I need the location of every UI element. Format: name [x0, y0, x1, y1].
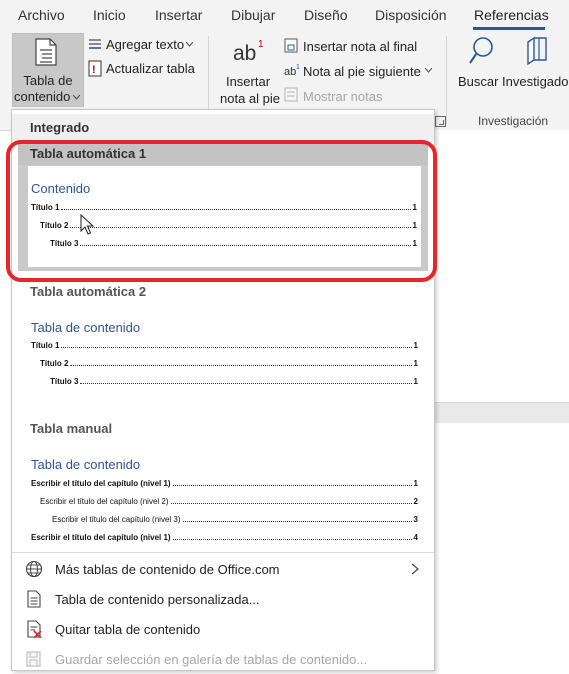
toc-gallery-dropdown: Integrado Tabla automática 1 Contenido T…: [6, 109, 437, 674]
menu-item-label: Guardar selección en galería de tablas d…: [55, 652, 368, 667]
show-notes-button: Mostrar notas: [303, 89, 383, 104]
toc-preview-row: Escribir el título del capítulo (nivel 1…: [31, 479, 418, 488]
insert-endnote-button[interactable]: Insertar nota al final: [303, 39, 417, 54]
svg-text:ab: ab: [233, 42, 256, 65]
footnotes-dialog-launcher[interactable]: [435, 116, 446, 127]
chevron-down-icon: [425, 68, 432, 73]
tab-referencias[interactable]: Referencias: [474, 7, 549, 23]
insert-endnote-icon[interactable]: [284, 38, 300, 53]
toc-preview-row: Escribir el título del capítulo (nivel 3…: [52, 515, 418, 524]
tab-archivo[interactable]: Archivo: [18, 7, 65, 23]
menu-item-label: Tabla de contenido personalizada...: [55, 592, 260, 607]
search-icon[interactable]: [469, 36, 495, 66]
menu-item-label: Quitar tabla de contenido: [55, 622, 201, 637]
svg-text:!: !: [92, 64, 96, 76]
tab-insertar[interactable]: Insertar: [155, 7, 202, 23]
toc-preview-row: Título 31: [50, 377, 418, 386]
toc-button-label-2: contenido: [14, 89, 71, 104]
chevron-down-icon: [73, 95, 80, 100]
toc-preview-row: Título 11: [31, 341, 418, 350]
svg-text:1: 1: [296, 64, 300, 71]
globe-icon: [25, 560, 43, 578]
tab-dibujar[interactable]: Dibujar: [231, 7, 275, 23]
toc-preview-row: Título 21: [40, 359, 418, 368]
remove-toc-menu-item[interactable]: Quitar tabla de contenido: [12, 616, 434, 644]
researcher-icon[interactable]: [524, 36, 550, 66]
update-table-button[interactable]: Actualizar tabla: [106, 61, 195, 76]
red-highlight-annotation: [6, 140, 437, 282]
next-footnote-icon[interactable]: ab 1: [284, 62, 301, 78]
remove-document-icon: [27, 620, 42, 638]
menu-divider: [12, 552, 434, 553]
insert-footnote-label-1[interactable]: Insertar: [219, 74, 277, 89]
gallery-item-automatic-table-2[interactable]: Tabla automática 2: [12, 284, 434, 299]
svg-text:ab: ab: [284, 66, 296, 78]
show-notes-icon: [284, 87, 298, 102]
gallery-section-header: Integrado: [12, 114, 434, 142]
document-icon: [27, 590, 41, 608]
insert-footnote-icon: ab 1: [233, 39, 264, 65]
chevron-down-icon: [186, 42, 193, 47]
tab-inicio[interactable]: Inicio: [93, 7, 126, 23]
update-table-icon[interactable]: !: [87, 60, 103, 77]
document-area: [433, 130, 569, 669]
svg-text:1: 1: [258, 39, 264, 50]
chevron-right-icon: [411, 563, 419, 575]
toc-preview-title: Tabla de contenido: [31, 320, 141, 335]
table-of-contents-icon: [35, 38, 57, 66]
search-button[interactable]: Buscar: [458, 74, 498, 89]
toc-preview-row: Escribir el título del capítulo (nivel 2…: [40, 497, 418, 506]
add-text-icon[interactable]: [87, 37, 103, 52]
more-toc-office-menu-item[interactable]: Más tablas de contenido de Office.com: [12, 556, 434, 584]
toc-preview-title: Tabla de contenido: [31, 457, 141, 472]
group-label-research: Investigación: [478, 114, 549, 128]
menu-item-label: Más tablas de contenido de Office.com: [55, 562, 280, 577]
document-ruler-band: [433, 402, 569, 423]
custom-toc-menu-item[interactable]: Tabla de contenido personalizada...: [12, 586, 434, 614]
researcher-button[interactable]: Investigador: [502, 74, 569, 89]
add-text-button[interactable]: Agregar texto: [106, 37, 184, 52]
ribbon-divider: [446, 36, 447, 124]
insert-footnote-label-2[interactable]: nota al pie: [220, 91, 280, 106]
gallery-item-manual-table[interactable]: Tabla manual: [12, 421, 434, 436]
save-to-gallery-icon: [26, 651, 41, 667]
save-selection-menu-item: Guardar selección en galería de tablas d…: [12, 646, 434, 674]
next-footnote-button[interactable]: Nota al pie siguiente: [303, 64, 421, 79]
ribbon-tab-bar: Archivo Inicio Insertar Dibujar Diseño D…: [0, 0, 569, 30]
tab-disposicion[interactable]: Disposición: [375, 7, 447, 23]
tab-diseno[interactable]: Diseño: [304, 7, 348, 23]
toc-preview-row: Escribir el título del capítulo (nivel 1…: [31, 533, 418, 542]
toc-button-label-1: Tabla de: [23, 73, 73, 88]
mouse-cursor-icon: [80, 214, 94, 235]
